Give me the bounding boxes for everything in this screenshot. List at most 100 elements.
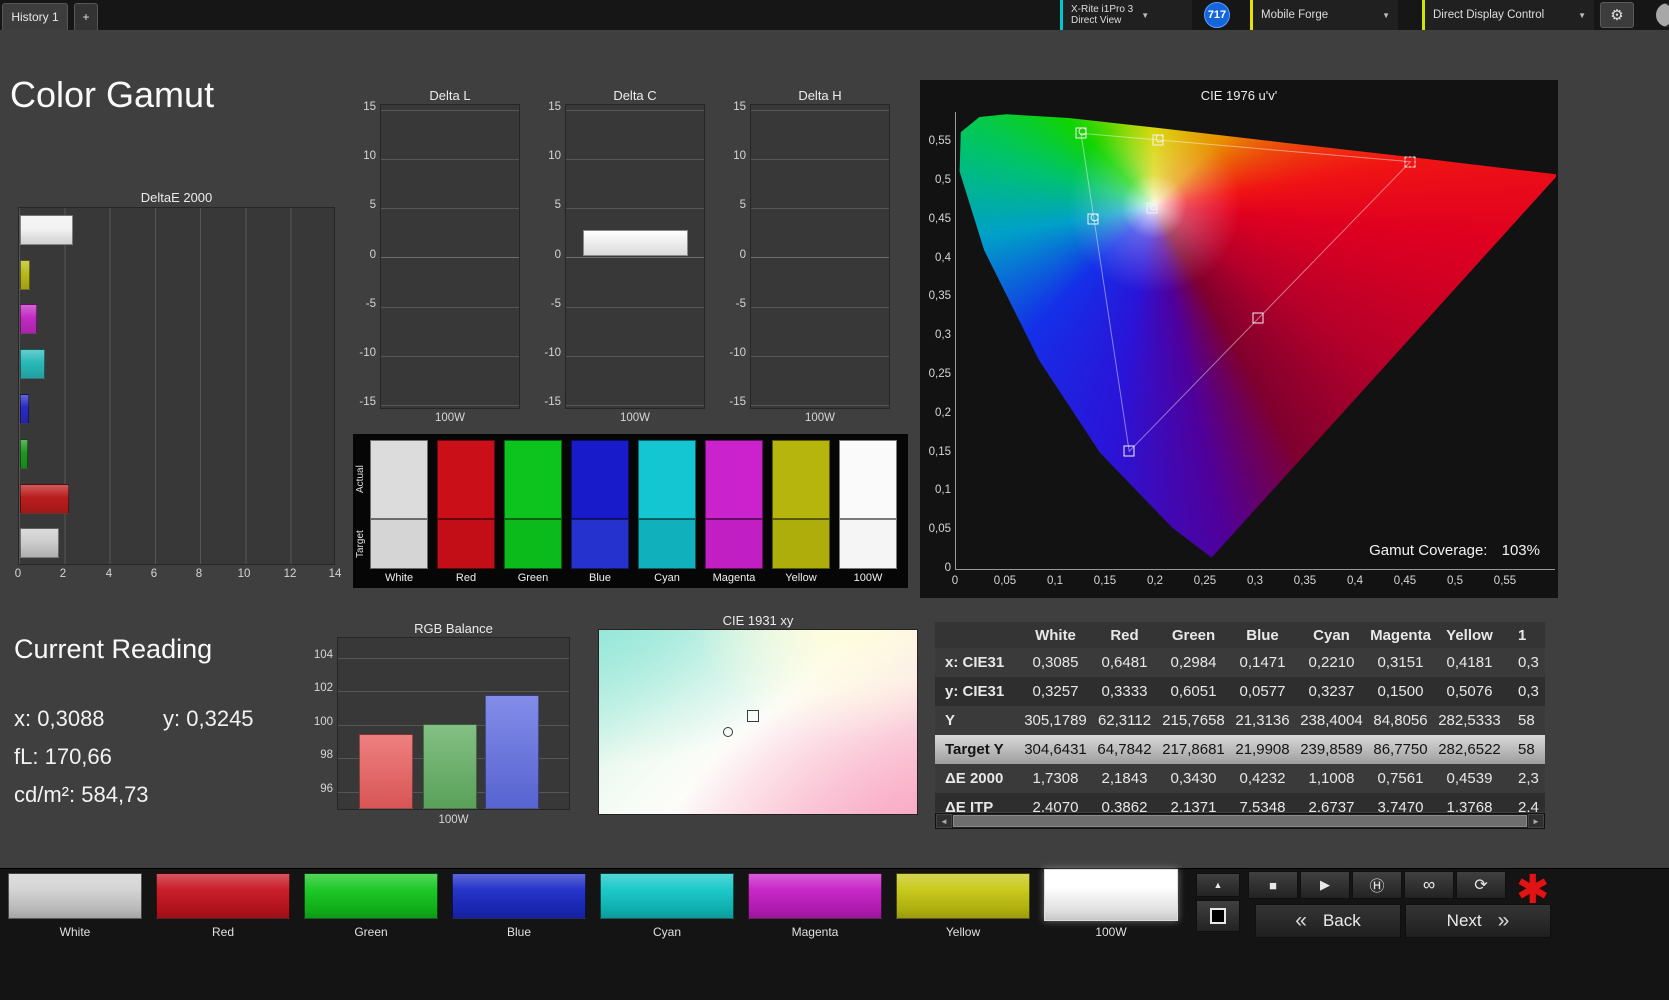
add-tab-button[interactable]: + <box>74 3 98 30</box>
cell: 86,7750 <box>1373 741 1428 758</box>
y-tick: 98 <box>320 749 333 761</box>
bottom-bar: White Red Green Blue Cyan Magenta Yellow… <box>0 868 1669 1000</box>
continuous-measure-button[interactable]: ∞ <box>1404 871 1454 899</box>
swatch-label: Red <box>455 572 477 584</box>
up-arrow-icon: ▲ <box>1213 880 1223 890</box>
pattern-window-button[interactable] <box>1196 900 1240 932</box>
y-tick: 96 <box>320 783 333 795</box>
y-tick: 0,25 <box>928 368 951 380</box>
table-scrollbar[interactable]: ◄ ► <box>935 813 1545 829</box>
patch-button[interactable] <box>156 873 290 919</box>
patch-label: Red <box>211 925 234 939</box>
table-row[interactable]: ΔE ITP 2,4070 0,3862 2,1371 7,5348 2,673… <box>935 793 1545 812</box>
table-row[interactable]: Y 305,1789 62,3112 215,7658 21,3136 238,… <box>935 706 1545 735</box>
table-row[interactable]: Target Y 304,6431 64,7842 217,8681 21,99… <box>935 735 1545 764</box>
swatch-target <box>705 519 763 569</box>
y-tick: 0 <box>739 249 746 261</box>
swatch-target <box>504 519 562 569</box>
cell: 1,7308 <box>1032 770 1079 787</box>
scroll-right-button[interactable]: ► <box>1528 814 1544 828</box>
gamut-coverage-value: 103% <box>1501 542 1540 559</box>
swatch-target <box>772 519 830 569</box>
y-tick: 0 <box>944 562 951 574</box>
scroll-left-button[interactable]: ◄ <box>936 814 952 828</box>
cell: 64,7842 <box>1097 741 1152 758</box>
gear-icon: ⚙ <box>1610 7 1624 24</box>
cell: 2,4070 <box>1032 799 1079 812</box>
stop-button[interactable]: ■ <box>1248 871 1298 899</box>
display-control-dropdown[interactable]: Direct Display Control ▼ <box>1422 0 1594 30</box>
cell: 2,3 <box>1518 770 1539 787</box>
measure-button[interactable]: Ⓗ <box>1352 871 1402 899</box>
red-target-marker <box>1404 156 1416 168</box>
patch-button[interactable] <box>748 873 882 919</box>
deltae-bar <box>20 260 31 290</box>
cell: 62,3112 <box>1097 712 1152 729</box>
collapse-panel-icon[interactable] <box>1653 3 1669 27</box>
table-row[interactable]: ΔE 2000 1,7308 2,1843 0,3430 0,4232 1,10… <box>935 764 1545 793</box>
cell: 3,7470 <box>1377 799 1424 812</box>
reading-x-value: 0,3088 <box>37 706 105 731</box>
y-tick: 0,35 <box>928 290 951 302</box>
green-measured-marker <box>1078 127 1087 136</box>
patch-button[interactable] <box>600 873 734 919</box>
y-tick: 0 <box>554 249 561 261</box>
swatch-actual <box>437 440 495 519</box>
reading-y: y: 0,3245 <box>163 706 254 732</box>
x-tick: 0,45 <box>1393 575 1417 587</box>
settings-button[interactable]: ⚙ <box>1600 2 1634 28</box>
rgb-bar <box>359 733 413 809</box>
meter-dropdown[interactable]: X-Rite i1Pro 3 Direct View ▼ <box>1060 0 1192 30</box>
patch-button[interactable] <box>896 873 1030 919</box>
reading-y-value: 0,3245 <box>186 706 254 731</box>
y-tick: 5 <box>369 199 376 211</box>
gamut-coverage: Gamut Coverage: 103% <box>1240 542 1540 559</box>
cie-xy-detail <box>598 629 918 815</box>
back-button[interactable]: « Back <box>1255 904 1401 938</box>
cell: 217,8681 <box>1162 741 1225 758</box>
y-tick: 5 <box>554 199 561 211</box>
meter-name: X-Rite i1Pro 3 <box>1071 4 1134 15</box>
patch-button[interactable] <box>1044 869 1178 921</box>
x-tick: 0,55 <box>1493 575 1517 587</box>
meter-count-badge[interactable]: 717 <box>1204 2 1230 28</box>
col-header: White <box>1035 626 1076 644</box>
delta-c-bar <box>583 229 688 256</box>
blue-target-marker <box>1123 445 1135 457</box>
x-category: 100W <box>804 412 836 424</box>
reading-cdm2: cd/m²: 584,73 <box>14 782 149 808</box>
cell: 0,1471 <box>1239 654 1286 671</box>
pattern-window-icon <box>1210 908 1226 924</box>
cell: 0,3151 <box>1377 654 1424 671</box>
x-tick: 0,4 <box>1347 575 1363 587</box>
cell: 0,1500 <box>1377 683 1424 700</box>
cell: 2,6737 <box>1308 799 1355 812</box>
y-tick: 102 <box>313 682 333 694</box>
swatch-target <box>571 519 629 569</box>
x-tick: 6 <box>150 568 158 580</box>
scrollbar-thumb[interactable] <box>953 815 1527 827</box>
next-button[interactable]: Next » <box>1405 904 1551 938</box>
delta-h-title: Delta H <box>798 88 842 103</box>
y-tick: -10 <box>729 347 746 359</box>
back-chevrons-icon: « <box>1295 909 1307 932</box>
y-tick: 10 <box>548 150 561 162</box>
cell: 282,6522 <box>1438 741 1501 758</box>
table-row[interactable]: x: CIE31 0,3085 0,6481 0,2984 0,1471 0,2… <box>935 648 1545 677</box>
history-tab[interactable]: History 1 <box>2 3 68 30</box>
refresh-button[interactable]: ⟳ <box>1456 871 1506 899</box>
history-tab-label: History 1 <box>11 10 59 24</box>
table-row[interactable]: y: CIE31 0,3257 0,3333 0,6051 0,0577 0,3… <box>935 677 1545 706</box>
patch-button[interactable] <box>8 873 142 919</box>
y-tick: 0,5 <box>935 174 951 186</box>
patch-button[interactable] <box>304 873 438 919</box>
reading-cdm2-label: cd/m²: <box>14 782 76 807</box>
scroll-up-button[interactable]: ▲ <box>1196 873 1240 897</box>
swatch-label: Magenta <box>712 572 756 584</box>
source-dropdown[interactable]: Mobile Forge ▼ <box>1250 0 1398 30</box>
gamut-coverage-label: Gamut Coverage: <box>1369 542 1488 559</box>
page-title: Color Gamut <box>10 74 215 115</box>
play-button[interactable]: ▶ <box>1300 871 1350 899</box>
cell: 0,4181 <box>1446 654 1493 671</box>
patch-button[interactable] <box>452 873 586 919</box>
